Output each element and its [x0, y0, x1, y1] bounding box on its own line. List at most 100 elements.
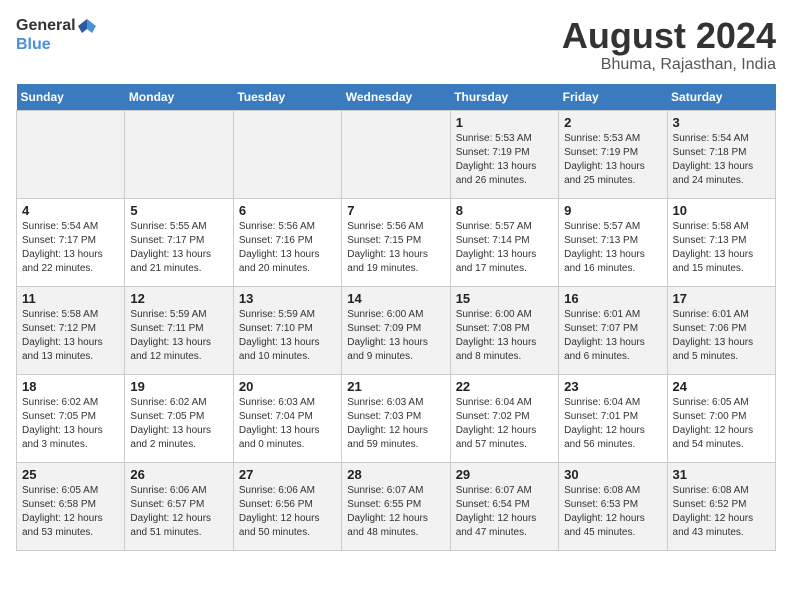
- day-number: 28: [347, 467, 444, 482]
- cell-content: Sunrise: 6:02 AM Sunset: 7:05 PM Dayligh…: [22, 396, 119, 452]
- day-number: 20: [239, 379, 336, 394]
- cell-content: Sunrise: 5:58 AM Sunset: 7:13 PM Dayligh…: [673, 220, 770, 276]
- calendar-cell: 30Sunrise: 6:08 AM Sunset: 6:53 PM Dayli…: [559, 462, 667, 550]
- day-number: 25: [22, 467, 119, 482]
- day-number: 5: [130, 203, 227, 218]
- cell-content: Sunrise: 6:08 AM Sunset: 6:52 PM Dayligh…: [673, 484, 770, 540]
- day-number: 21: [347, 379, 444, 394]
- calendar-cell: 1 Sunrise: 5:53 AM Sunset: 7:19 PM Daylig…: [450, 110, 558, 198]
- cell-content: Sunrise: 6:05 AM Sunset: 7:00 PM Dayligh…: [673, 396, 770, 452]
- cell-content: Sunrise: 5:55 AM Sunset: 7:17 PM Dayligh…: [130, 220, 227, 276]
- cell-content: Sunrise: 5:53 AM Sunset: 7:19 PM Dayligh…: [456, 132, 553, 188]
- day-number: 14: [347, 291, 444, 306]
- cell-content: Sunrise: 6:07 AM Sunset: 6:54 PM Dayligh…: [456, 484, 553, 540]
- calendar-cell: 8Sunrise: 5:57 AM Sunset: 7:14 PM Daylig…: [450, 198, 558, 286]
- week-row-1: 1 Sunrise: 5:53 AM Sunset: 7:19 PM Daylig…: [17, 110, 776, 198]
- calendar-cell: 23 Sunrise: 6:04 AM Sunset: 7:01 PM Dayli…: [559, 374, 667, 462]
- day-number: 11: [22, 291, 119, 306]
- day-number: 18: [22, 379, 119, 394]
- calendar-cell: 20 Sunrise: 6:03 AM Sunset: 7:04 PM Dayli…: [233, 374, 341, 462]
- day-number: 29: [456, 467, 553, 482]
- cell-content: Sunrise: 6:06 AM Sunset: 6:57 PM Dayligh…: [130, 484, 227, 540]
- day-header-friday: Friday: [559, 84, 667, 111]
- logo-text: General Blue: [16, 16, 96, 54]
- day-number: 26: [130, 467, 227, 482]
- calendar-cell: 2 Sunrise: 5:53 AM Sunset: 7:19 PM Daylig…: [559, 110, 667, 198]
- cell-content: Sunrise: 6:02 AM Sunset: 7:05 PM Dayligh…: [130, 396, 227, 452]
- cell-content: Sunrise: 6:06 AM Sunset: 6:56 PM Dayligh…: [239, 484, 336, 540]
- day-number: 17: [673, 291, 770, 306]
- calendar-cell: 22 Sunrise: 6:04 AM Sunset: 7:02 PM Dayli…: [450, 374, 558, 462]
- day-number: 8: [456, 203, 553, 218]
- day-header-sunday: Sunday: [17, 84, 125, 111]
- day-number: 2: [564, 115, 661, 130]
- logo-bird-icon: [78, 17, 96, 35]
- cell-content: Sunrise: 6:04 AM Sunset: 7:02 PM Dayligh…: [456, 396, 553, 452]
- day-number: 1: [456, 115, 553, 130]
- day-number: 13: [239, 291, 336, 306]
- day-header-monday: Monday: [125, 84, 233, 111]
- cell-content: Sunrise: 6:07 AM Sunset: 6:55 PM Dayligh…: [347, 484, 444, 540]
- calendar-cell: 29 Sunrise: 6:07 AM Sunset: 6:54 PM Dayli…: [450, 462, 558, 550]
- week-row-5: 25 Sunrise: 6:05 AM Sunset: 6:58 PM Dayli…: [17, 462, 776, 550]
- cell-content: Sunrise: 5:53 AM Sunset: 7:19 PM Dayligh…: [564, 132, 661, 188]
- logo: General Blue: [16, 16, 96, 54]
- calendar-cell: 19 Sunrise: 6:02 AM Sunset: 7:05 PM Dayli…: [125, 374, 233, 462]
- calendar-cell: 4Sunrise: 5:54 AM Sunset: 7:17 PM Daylig…: [17, 198, 125, 286]
- day-number: 23: [564, 379, 661, 394]
- day-number: 27: [239, 467, 336, 482]
- calendar-cell: 24Sunrise: 6:05 AM Sunset: 7:00 PM Dayli…: [667, 374, 775, 462]
- cell-content: Sunrise: 5:56 AM Sunset: 7:15 PM Dayligh…: [347, 220, 444, 276]
- calendar-cell: 11 Sunrise: 5:58 AM Sunset: 7:12 PM Dayli…: [17, 286, 125, 374]
- calendar-cell: 13Sunrise: 5:59 AM Sunset: 7:10 PM Dayli…: [233, 286, 341, 374]
- calendar-cell: [233, 110, 341, 198]
- title-area: August 2024 Bhuma, Rajasthan, India: [562, 16, 776, 74]
- cell-content: Sunrise: 6:03 AM Sunset: 7:03 PM Dayligh…: [347, 396, 444, 452]
- calendar-table: SundayMondayTuesdayWednesdayThursdayFrid…: [16, 84, 776, 551]
- calendar-cell: 21 Sunrise: 6:03 AM Sunset: 7:03 PM Dayli…: [342, 374, 450, 462]
- day-number: 31: [673, 467, 770, 482]
- cell-content: Sunrise: 6:04 AM Sunset: 7:01 PM Dayligh…: [564, 396, 661, 452]
- calendar-cell: 31 Sunrise: 6:08 AM Sunset: 6:52 PM Dayli…: [667, 462, 775, 550]
- day-number: 3: [673, 115, 770, 130]
- calendar-subtitle: Bhuma, Rajasthan, India: [562, 56, 776, 74]
- logo-general: General: [16, 16, 76, 35]
- header: General Blue August 2024 Bhuma, Rajastha…: [16, 16, 776, 74]
- calendar-cell: 9Sunrise: 5:57 AM Sunset: 7:13 PM Daylig…: [559, 198, 667, 286]
- day-number: 22: [456, 379, 553, 394]
- calendar-title: August 2024: [562, 16, 776, 56]
- cell-content: Sunrise: 6:00 AM Sunset: 7:09 PM Dayligh…: [347, 308, 444, 364]
- days-header-row: SundayMondayTuesdayWednesdayThursdayFrid…: [17, 84, 776, 111]
- cell-content: Sunrise: 6:01 AM Sunset: 7:06 PM Dayligh…: [673, 308, 770, 364]
- cell-content: Sunrise: 5:58 AM Sunset: 7:12 PM Dayligh…: [22, 308, 119, 364]
- day-number: 6: [239, 203, 336, 218]
- day-number: 12: [130, 291, 227, 306]
- calendar-cell: 12Sunrise: 5:59 AM Sunset: 7:11 PM Dayli…: [125, 286, 233, 374]
- week-row-2: 4Sunrise: 5:54 AM Sunset: 7:17 PM Daylig…: [17, 198, 776, 286]
- day-header-wednesday: Wednesday: [342, 84, 450, 111]
- cell-content: Sunrise: 6:01 AM Sunset: 7:07 PM Dayligh…: [564, 308, 661, 364]
- calendar-cell: 16Sunrise: 6:01 AM Sunset: 7:07 PM Dayli…: [559, 286, 667, 374]
- day-header-tuesday: Tuesday: [233, 84, 341, 111]
- cell-content: Sunrise: 5:56 AM Sunset: 7:16 PM Dayligh…: [239, 220, 336, 276]
- day-number: 19: [130, 379, 227, 394]
- calendar-cell: 27 Sunrise: 6:06 AM Sunset: 6:56 PM Dayli…: [233, 462, 341, 550]
- cell-content: Sunrise: 6:08 AM Sunset: 6:53 PM Dayligh…: [564, 484, 661, 540]
- cell-content: Sunrise: 5:57 AM Sunset: 7:13 PM Dayligh…: [564, 220, 661, 276]
- cell-content: Sunrise: 6:03 AM Sunset: 7:04 PM Dayligh…: [239, 396, 336, 452]
- day-header-saturday: Saturday: [667, 84, 775, 111]
- cell-content: Sunrise: 6:05 AM Sunset: 6:58 PM Dayligh…: [22, 484, 119, 540]
- day-number: 10: [673, 203, 770, 218]
- cell-content: Sunrise: 5:54 AM Sunset: 7:17 PM Dayligh…: [22, 220, 119, 276]
- calendar-cell: 5 Sunrise: 5:55 AM Sunset: 7:17 PM Daylig…: [125, 198, 233, 286]
- calendar-cell: [342, 110, 450, 198]
- week-row-4: 18 Sunrise: 6:02 AM Sunset: 7:05 PM Dayli…: [17, 374, 776, 462]
- week-row-3: 11 Sunrise: 5:58 AM Sunset: 7:12 PM Dayli…: [17, 286, 776, 374]
- cell-content: Sunrise: 6:00 AM Sunset: 7:08 PM Dayligh…: [456, 308, 553, 364]
- calendar-cell: [17, 110, 125, 198]
- calendar-cell: 3 Sunrise: 5:54 AM Sunset: 7:18 PM Daylig…: [667, 110, 775, 198]
- cell-content: Sunrise: 5:54 AM Sunset: 7:18 PM Dayligh…: [673, 132, 770, 188]
- day-header-thursday: Thursday: [450, 84, 558, 111]
- day-number: 15: [456, 291, 553, 306]
- logo-blue: Blue: [16, 35, 96, 54]
